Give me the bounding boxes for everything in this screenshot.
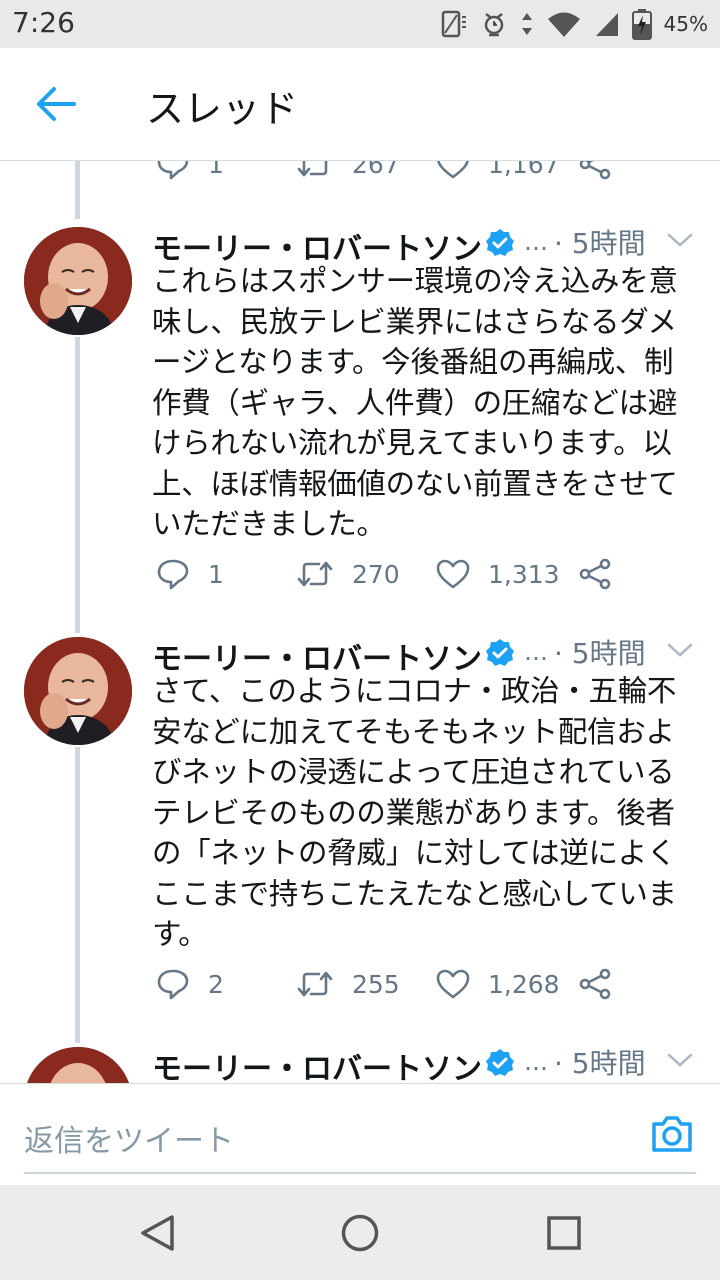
tweet-text-line: 安などに加えてそもそもネット配信およ — [152, 714, 675, 749]
heart-icon — [436, 559, 470, 589]
like-button[interactable]: 1,268 — [436, 969, 578, 999]
like-count: 1,313 — [488, 559, 560, 589]
handle-ellipsis: … — [524, 1048, 548, 1076]
battery-charging-icon — [631, 9, 652, 40]
app-bar: スレッド — [0, 48, 720, 161]
avatar[interactable] — [24, 637, 132, 745]
heart-icon — [436, 969, 470, 999]
alarm-icon — [484, 13, 503, 37]
camera-icon[interactable] — [650, 1114, 694, 1154]
reply-button[interactable]: 2 — [156, 968, 296, 1000]
reply-input[interactable]: 返信をツイート — [24, 1116, 234, 1160]
handle-ellipsis: … — [524, 638, 548, 666]
tweet-actions: 1 267 1,167 — [156, 161, 612, 184]
system-nav-bar — [0, 1185, 720, 1280]
tweet-text-line: 味し、民放テレビ業界にはさらなるダメ — [152, 304, 677, 339]
tweet-actions: 1 270 1,313 — [156, 554, 612, 594]
retweet-icon — [297, 971, 333, 997]
tweet-timestamp: · 5時間 — [554, 1047, 646, 1080]
recents-square-icon[interactable] — [546, 1213, 582, 1253]
retweet-icon — [297, 161, 328, 177]
tweet-text-line: ここまで持ちこたえたなと感心していま — [152, 876, 677, 911]
reply-icon — [157, 161, 189, 180]
tweet-text-line: の「ネットの脅威」に対しては逆によく — [152, 836, 677, 870]
status-time: 7:26 — [12, 6, 75, 39]
cell-signal-icon — [595, 13, 618, 36]
tweet-text-line: いただきました。 — [152, 507, 386, 541]
thread-connector-line — [75, 337, 80, 633]
tweet-text-line: す。 — [152, 917, 208, 951]
tweet-text-line: けられない流れが見えてまいります。以 — [152, 426, 672, 460]
like-count: 1,167 — [488, 161, 560, 179]
thread-connector-line — [75, 161, 80, 219]
reply-input-underline — [24, 1172, 696, 1174]
battery-percentage: 45% — [663, 12, 708, 36]
tweet-text-line: これらはスポンサー環境の冷え込みを意 — [152, 264, 678, 298]
tweet-text-line: ージとなります。今後番組の再編成、制 — [152, 345, 674, 379]
reply-count: 1 — [208, 161, 224, 179]
reply-count: 2 — [208, 969, 224, 999]
tweet-text-line: びネットの浸透によって圧迫されている — [152, 755, 675, 789]
screen-rotation-icon — [441, 10, 466, 38]
home-circle-icon[interactable] — [340, 1213, 380, 1253]
tweet-text-line: さて、このようにコロナ・政治・五輪不 — [152, 674, 677, 708]
verified-badge-icon — [486, 229, 514, 256]
tweet-actions: 2 255 1,268 — [156, 964, 612, 1004]
tweet-timestamp: · 5時間 — [554, 637, 646, 670]
avatar[interactable] — [24, 1047, 132, 1083]
reply-button[interactable]: 1 — [156, 558, 296, 590]
tweet-header: モーリー・ロバートソン … · 5時間 — [152, 634, 697, 677]
thread-timeline[interactable]: 1 267 1,167 モーリー・ロバートソン … · 5時間 これらはスポンサ… — [0, 161, 720, 1083]
verified-badge-icon — [486, 1049, 514, 1076]
tweet-text-line: 作費（ギャラ、人件費）の圧縮などは避 — [152, 385, 678, 420]
share-icon[interactable] — [578, 968, 612, 1000]
tweet-text[interactable]: これらはスポンサー環境の冷え込みを意 味し、民放テレビ業界にはさらなるダメ ージ… — [152, 261, 697, 545]
back-arrow-icon[interactable] — [34, 84, 78, 124]
like-button[interactable]: 1,167 — [436, 161, 578, 179]
share-icon[interactable] — [578, 161, 612, 180]
thread-connector-line — [75, 747, 80, 1043]
like-count: 1,268 — [488, 969, 560, 999]
reply-composer: 返信をツイート — [0, 1083, 720, 1186]
chevron-down-icon[interactable] — [666, 230, 694, 250]
retweet-icon — [297, 561, 333, 587]
reply-count: 1 — [208, 559, 224, 589]
tweet-header: モーリー・ロバートソン … · 5時間 — [152, 224, 697, 267]
chevron-down-icon[interactable] — [666, 640, 694, 660]
page-title: スレッド — [146, 87, 299, 131]
tweet-text-line: 上、ほぼ情報価値のない前置きをさせて — [152, 466, 678, 501]
reply-icon — [157, 969, 189, 1000]
retweet-button[interactable]: 255 — [296, 969, 436, 999]
tweet-timestamp: · 5時間 — [554, 227, 646, 260]
handle-ellipsis: … — [524, 228, 548, 256]
retweet-button[interactable]: 267 — [296, 161, 436, 179]
retweet-button[interactable]: 270 — [296, 559, 436, 589]
tweet-text[interactable]: さて、このようにコロナ・政治・五輪不 安などに加えてそもそもネット配信およ びネ… — [152, 671, 697, 955]
wifi-icon — [547, 12, 580, 37]
avatar[interactable] — [24, 227, 132, 335]
tweet-text-line: テレビそのものの業態があります。後者 — [152, 795, 675, 830]
retweet-count: 255 — [352, 969, 400, 999]
reply-icon — [157, 559, 189, 590]
status-icons: 45% — [440, 8, 708, 40]
retweet-count: 270 — [352, 559, 400, 589]
chevron-down-icon[interactable] — [666, 1050, 694, 1070]
data-transfer-icon — [521, 13, 532, 35]
retweet-count: 267 — [352, 161, 400, 179]
share-icon[interactable] — [578, 558, 612, 590]
reply-button[interactable]: 1 — [156, 161, 296, 180]
back-triangle-icon[interactable] — [138, 1213, 176, 1253]
status-bar: 7:26 45% — [0, 0, 720, 48]
tweet-header: モーリー・ロバートソン … · 5時間 — [152, 1044, 697, 1083]
author-name[interactable]: モーリー・ロバートソン — [152, 1044, 482, 1083]
heart-icon — [437, 161, 469, 179]
verified-badge-icon — [486, 639, 514, 666]
like-button[interactable]: 1,313 — [436, 559, 578, 589]
